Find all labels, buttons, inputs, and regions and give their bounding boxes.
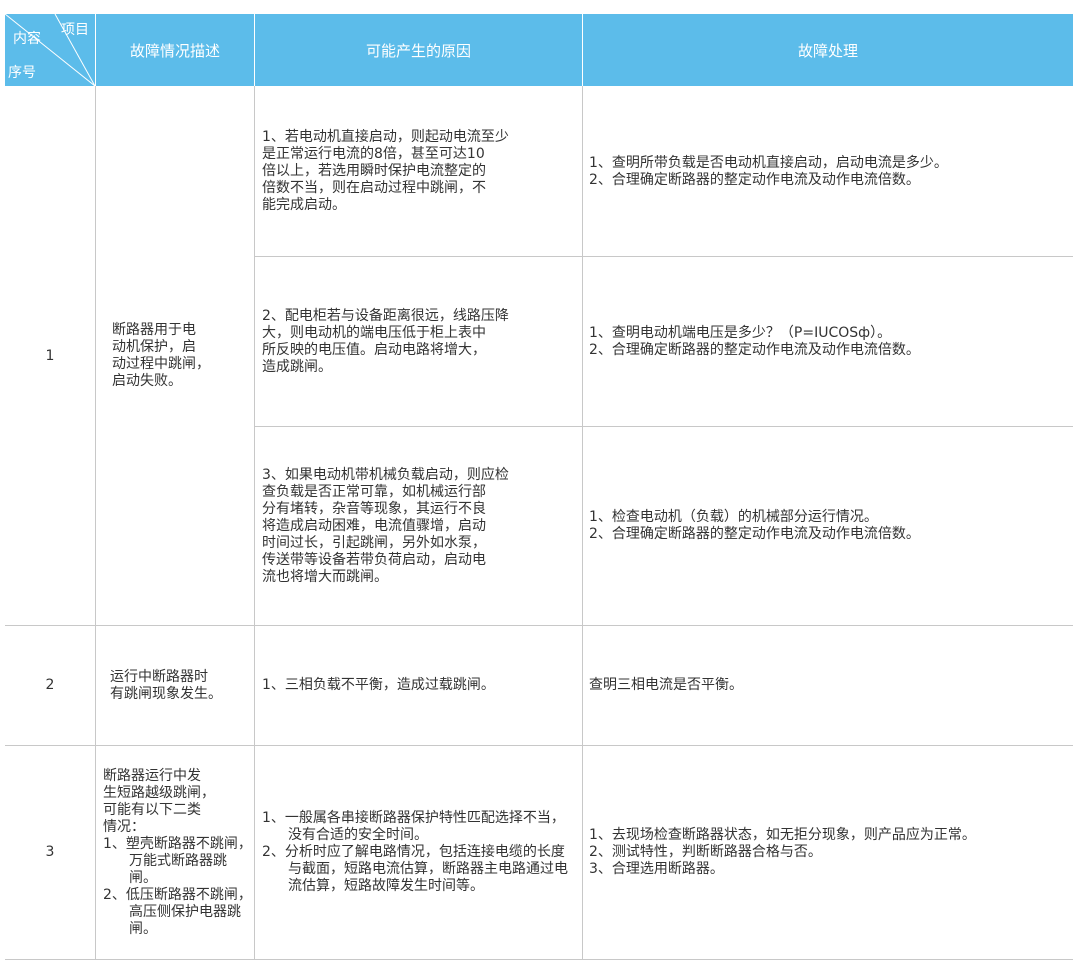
table-bottom-border [5, 959, 1073, 960]
row-1-cause-3: 3、如果电动机带机械负载启动，则应检 查负载是否正常可靠，如机械运行部 分有堵转… [262, 466, 509, 585]
list-item: 2、分析时应了解电路情况，包括连接电缆的长度与截面，短路电流估算，断路器主电路通… [262, 844, 568, 894]
list-item: 2、测试特性，判断断路器合格与否。 [589, 844, 822, 860]
header-desc: 故障情况描述 [96, 14, 254, 86]
header-cause: 可能产生的原因 [255, 14, 582, 86]
row-2-cause: 1、三相负载不平衡，造成过载跳闸。 [262, 677, 495, 693]
row-3-fix: 1、去现场检查断路器状态，如无拒分现象，则产品应为正常。 2、测试特性，判断断路… [589, 746, 1073, 959]
list-item: 2、低压断路器不跳闸，高压侧保护电器跳闸。 [103, 886, 252, 937]
row-2-seq: 2 [45, 677, 55, 693]
row-3-desc-list: 1、塑壳断路器不跳闸，万能式断路器跳闸。 2、低压断路器不跳闸，高压侧保护电器跳… [103, 836, 253, 938]
row-3-fix-list: 1、去现场检查断路器状态，如无拒分现象，则产品应为正常。 2、测试特性，判断断路… [589, 827, 1073, 878]
row-3-cause-list: 1、一般属各串接断路器保护特性匹配选择不当，没有合适的安全时间。 2、分析时应了… [262, 810, 578, 895]
row-3-desc: 断路器运行中发 生短路越级跳闸， 可能有以下二类 情况： 1、塑壳断路器不跳闸，… [103, 746, 253, 959]
corner-label-seq: 序号 [8, 65, 36, 81]
row-2-desc: 运行中断路器时 有跳闸现象发生。 [110, 668, 222, 702]
row-1-cause-1: 1、若电动机直接启动，则起动电流至少 是正常运行电流的8倍，甚至可达10 倍以上… [262, 129, 509, 213]
corner-label-content: 内容 [13, 31, 41, 47]
list-item: 1、一般属各串接断路器保护特性匹配选择不当，没有合适的安全时间。 [262, 810, 565, 843]
row-1-fix-3: 1、检查电动机（负载）的机械部分运行情况。 2、合理确定断路器的整定动作电流及动… [589, 509, 920, 542]
row-3-desc-intro: 断路器运行中发 生短路越级跳闸， 可能有以下二类 情况： [103, 767, 215, 835]
row-3-seq: 3 [45, 844, 55, 860]
list-item: 3、合理选用断路器。 [589, 861, 724, 877]
row-1-seq: 1 [45, 347, 55, 364]
row-2-fix: 查明三相电流是否平衡。 [589, 677, 743, 693]
header-fix: 故障处理 [583, 14, 1073, 86]
row-1-desc: 断路器用于电 动机保护，启 动过程中跳闸， 启动失败。 [112, 322, 210, 389]
row-1-cause-2: 2、配电柜若与设备距离很远，线路压降 大，则电动机的端电压低于柜上表中 所反映的… [262, 307, 509, 375]
row-1-fix-2: 1、查明电动机端电压是多少？（P=IUCOSф）。 2、合理确定断路器的整定动作… [589, 324, 920, 358]
list-item: 1、去现场检查断路器状态，如无拒分现象，则产品应为正常。 [589, 827, 976, 843]
corner-label-item: 项目 [61, 22, 89, 38]
row-1-fix-1: 1、查明所带负载是否电动机直接启动，启动电流是多少。 2、合理确定断路器的整定动… [589, 154, 948, 188]
grid-line [254, 86, 255, 960]
list-item: 1、塑壳断路器不跳闸，万能式断路器跳闸。 [103, 835, 252, 886]
grid-line [95, 86, 96, 960]
row-3-cause: 1、一般属各串接断路器保护特性匹配选择不当，没有合适的安全时间。 2、分析时应了… [262, 746, 578, 959]
corner-header-cell: 项目 内容 序号 [5, 14, 95, 86]
grid-line [582, 86, 583, 960]
